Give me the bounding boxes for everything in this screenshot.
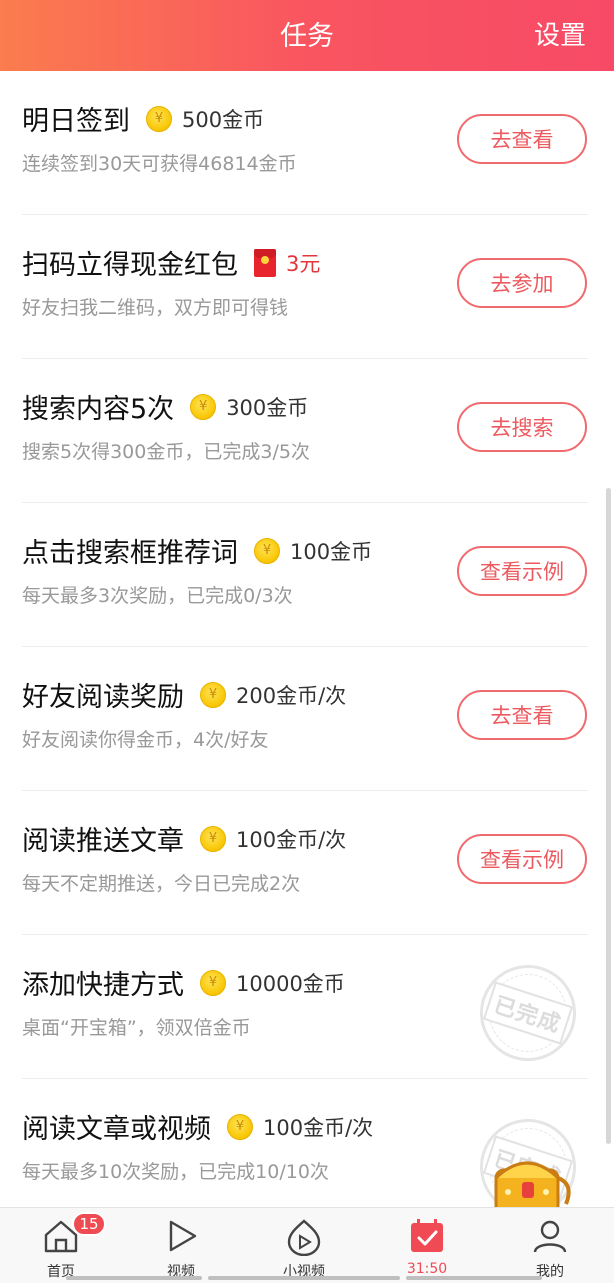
task-title: 扫码立得现金红包: [22, 250, 238, 281]
top-header: 任务 设置: [0, 0, 614, 71]
task-title: 添加快捷方式: [22, 970, 184, 1001]
search-button[interactable]: 去搜索: [457, 402, 587, 452]
tab-home[interactable]: 15 首页: [0, 1208, 122, 1283]
task-description: 每天最多10次奖励，已完成10/10次: [22, 1161, 329, 1183]
task-title: 好友阅读奖励: [22, 682, 184, 713]
coin-icon: ¥: [200, 969, 226, 996]
gesture-bar: [406, 1276, 542, 1280]
calendar-check-icon: [411, 1219, 443, 1252]
task-description: 连续签到30天可获得46814金币: [22, 153, 297, 175]
notification-badge: 15: [72, 1212, 106, 1236]
task-item-shortcut: 添加快捷方式 ¥ 10000金币 桌面“开宝箱”，领双倍金币 已完成: [0, 935, 614, 1079]
task-item-push-article: 阅读推送文章 ¥ 100金币/次 每天不定期推送，今日已完成2次 查看示例: [0, 791, 614, 935]
task-item-sign-in: 明日签到 ¥ 500金币 连续签到30天可获得46814金币 去查看: [0, 71, 614, 215]
task-item-search-suggestion: 点击搜索框推荐词 ¥ 100金币 每天最多3次奖励，已完成0/3次 查看示例: [0, 503, 614, 647]
tab-video[interactable]: 视频: [120, 1208, 242, 1283]
red-envelope-icon: [254, 248, 276, 277]
user-icon: [533, 1220, 567, 1253]
coin-icon: ¥: [190, 393, 217, 420]
coin-icon: ¥: [227, 1113, 253, 1140]
play-icon: [169, 1220, 197, 1252]
view-button[interactable]: 去查看: [457, 690, 587, 740]
view-button[interactable]: 去查看: [457, 114, 587, 164]
coin-icon: ¥: [200, 681, 226, 708]
tab-tasks[interactable]: 31:50: [366, 1208, 488, 1283]
settings-link[interactable]: 设置: [534, 15, 586, 52]
small-video-icon: [287, 1219, 321, 1256]
task-description: 好友扫我二维码，双方即可得钱: [22, 297, 289, 319]
tab-profile[interactable]: 我的: [489, 1208, 611, 1283]
coin-icon: ¥: [200, 825, 226, 852]
task-reward: 100金币: [290, 539, 373, 564]
task-reward: 100金币/次: [236, 827, 347, 852]
coin-icon: ¥: [254, 537, 280, 564]
task-item-friend-reading: 好友阅读奖励 ¥ 200金币/次 好友阅读你得金币，4次/好友 去查看: [0, 647, 614, 791]
coin-icon: ¥: [146, 105, 172, 132]
task-reward: 100金币/次: [263, 1115, 374, 1140]
join-button[interactable]: 去参加: [457, 258, 587, 308]
view-example-button[interactable]: 查看示例: [457, 546, 587, 596]
task-reward: 10000金币: [236, 971, 345, 996]
completed-stamp: 已完成: [467, 952, 589, 1074]
task-item-scan-code: 扫码立得现金红包 3元 好友扫我二维码，双方即可得钱 去参加: [0, 215, 614, 359]
task-reward: 200金币/次: [236, 683, 347, 708]
task-list: 明日签到 ¥ 500金币 连续签到30天可获得46814金币 去查看 扫码立得现…: [0, 71, 614, 1228]
task-title: 明日签到: [22, 106, 130, 137]
task-reward: 3元: [286, 251, 321, 276]
task-description: 每天最多3次奖励，已完成0/3次: [22, 585, 293, 607]
task-reward: 500金币: [182, 107, 265, 132]
page-title: 任务: [280, 21, 334, 52]
tab-small-video[interactable]: 小视频: [243, 1208, 365, 1283]
task-title: 阅读推送文章: [22, 826, 184, 857]
task-title: 阅读文章或视频: [22, 1114, 211, 1145]
task-description: 桌面“开宝箱”，领双倍金币: [22, 1017, 251, 1039]
task-description: 好友阅读你得金币，4次/好友: [22, 729, 269, 751]
tab-label: 31:50: [406, 1261, 448, 1277]
task-description: 每天不定期推送，今日已完成2次: [22, 873, 301, 895]
scrollbar[interactable]: [606, 488, 611, 1144]
view-example-button[interactable]: 查看示例: [457, 834, 587, 884]
bottom-tab-bar: 15 首页 视频 小视频 31:50 我的: [0, 1207, 614, 1283]
task-item-search: 搜索内容5次 ¥ 300金币 搜索5次得300金币，已完成3/5次 去搜索: [0, 359, 614, 503]
task-title: 点击搜索框推荐词: [22, 538, 238, 569]
task-title: 搜索内容5次: [22, 394, 175, 425]
completed-stamp-label: 已完成: [483, 981, 573, 1045]
gesture-bar: [208, 1276, 400, 1280]
task-description: 搜索5次得300金币，已完成3/5次: [22, 441, 310, 463]
task-reward: 300金币: [226, 395, 309, 420]
gesture-bar: [66, 1276, 202, 1280]
